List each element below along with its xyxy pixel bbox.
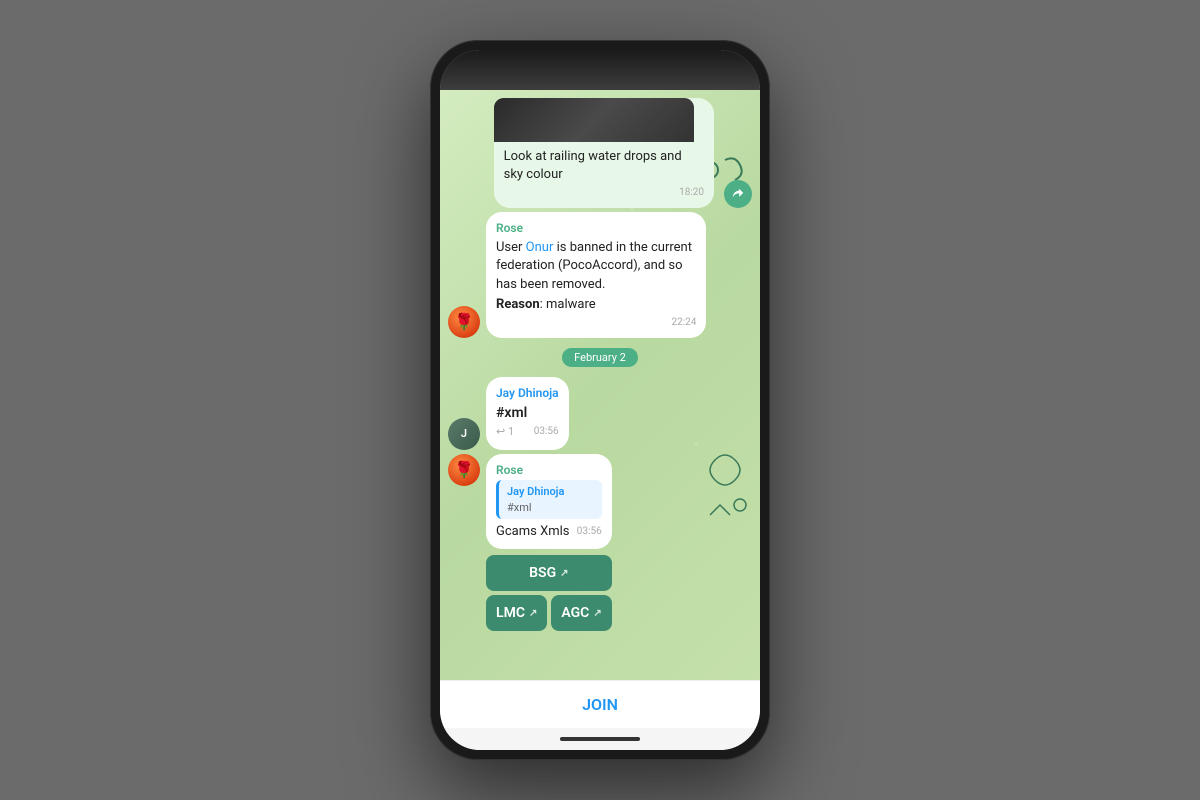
avatar-jay: J	[448, 418, 480, 450]
msg4-time: 03:56	[577, 525, 602, 539]
bottom-bar: JOIN	[440, 680, 760, 728]
agc-label: AGC	[561, 605, 589, 621]
msg3-text: #xml	[496, 404, 559, 424]
sender-rose-1: Rose	[496, 220, 696, 237]
sender-rose-2: Rose	[496, 462, 602, 479]
avatar-rose-2: 🌹	[448, 454, 480, 486]
message-bubble-4: Rose Jay Dhinoja #xml Gcams Xmls 03:56	[486, 454, 612, 550]
reason-text: : malware	[540, 297, 596, 312]
msg1-time: 18:20	[679, 186, 704, 200]
date-label: February 2	[562, 348, 638, 367]
message-rose-reply: 🌹 Rose Jay Dhinoja #xml Gcams Xmls 03	[448, 454, 612, 632]
reply-quote-sender: Jay Dhinoja	[507, 484, 594, 499]
msg2-reason: Reason: malware	[496, 296, 696, 314]
bsg-label: BSG	[529, 565, 556, 581]
forward-button[interactable]	[724, 180, 752, 208]
join-button[interactable]: JOIN	[454, 695, 746, 714]
msg4-container: Rose Jay Dhinoja #xml Gcams Xmls 03:56	[486, 454, 612, 632]
avatar-rose: 🌹	[448, 306, 480, 338]
message-bubble-1: Look at railing water drops and sky colo…	[494, 98, 714, 208]
bsg-button[interactable]: BSG ↗	[486, 555, 612, 591]
msg3-time: 03:56	[534, 425, 559, 439]
msg4-text: Gcams Xmls 03:56	[496, 523, 602, 541]
lmc-button[interactable]: LMC ↗	[486, 595, 547, 631]
bsg-ext-icon: ↗	[560, 568, 568, 579]
msg2-mention: Onur	[526, 240, 554, 255]
msg2-content: User Onur is banned in the current feder…	[496, 239, 696, 294]
msg2-time: 22:24	[671, 316, 696, 330]
chat-area: Look at railing water drops and sky colo…	[440, 90, 760, 680]
phone-device: Look at railing water drops and sky colo…	[430, 40, 770, 760]
msg1-text: Look at railing water drops and sky colo…	[504, 148, 704, 184]
action-btn-row: LMC ↗ AGC ↗	[486, 595, 612, 631]
message-jay: J Jay Dhinoja #xml ↩ 1 03:56	[448, 377, 569, 450]
top-image-preview	[440, 50, 760, 90]
msg2-text-before: User	[496, 240, 526, 255]
phone-screen: Look at railing water drops and sky colo…	[440, 50, 760, 750]
message-bubble-2: Rose User Onur is banned in the current …	[486, 212, 706, 338]
msg4-gcams: Gcams Xmls	[496, 524, 570, 539]
lmc-label: LMC	[496, 605, 525, 621]
reply-quote: Jay Dhinoja #xml	[496, 480, 602, 519]
messages-container: Look at railing water drops and sky colo…	[440, 90, 760, 680]
lmc-ext-icon: ↗	[529, 608, 537, 619]
reply-quote-text: #xml	[507, 500, 594, 515]
msg3-reply-count: ↩ 1	[496, 425, 514, 438]
home-bar	[440, 728, 760, 750]
sender-jay: Jay Dhinoja	[496, 385, 559, 402]
agc-button[interactable]: AGC ↗	[551, 595, 611, 631]
message-photo-text: Look at railing water drops and sky colo…	[494, 98, 752, 208]
action-buttons: BSG ↗ LMC ↗ AGC ↗	[486, 555, 612, 631]
photo-preview	[494, 98, 694, 142]
agc-ext-icon: ↗	[593, 608, 601, 619]
reason-label: Reason	[496, 297, 540, 312]
message-ban: 🌹 Rose User Onur is banned in the curren…	[448, 212, 706, 338]
message-bubble-3: Jay Dhinoja #xml ↩ 1 03:56	[486, 377, 569, 450]
home-indicator	[560, 737, 640, 741]
date-separator: February 2	[448, 348, 752, 367]
